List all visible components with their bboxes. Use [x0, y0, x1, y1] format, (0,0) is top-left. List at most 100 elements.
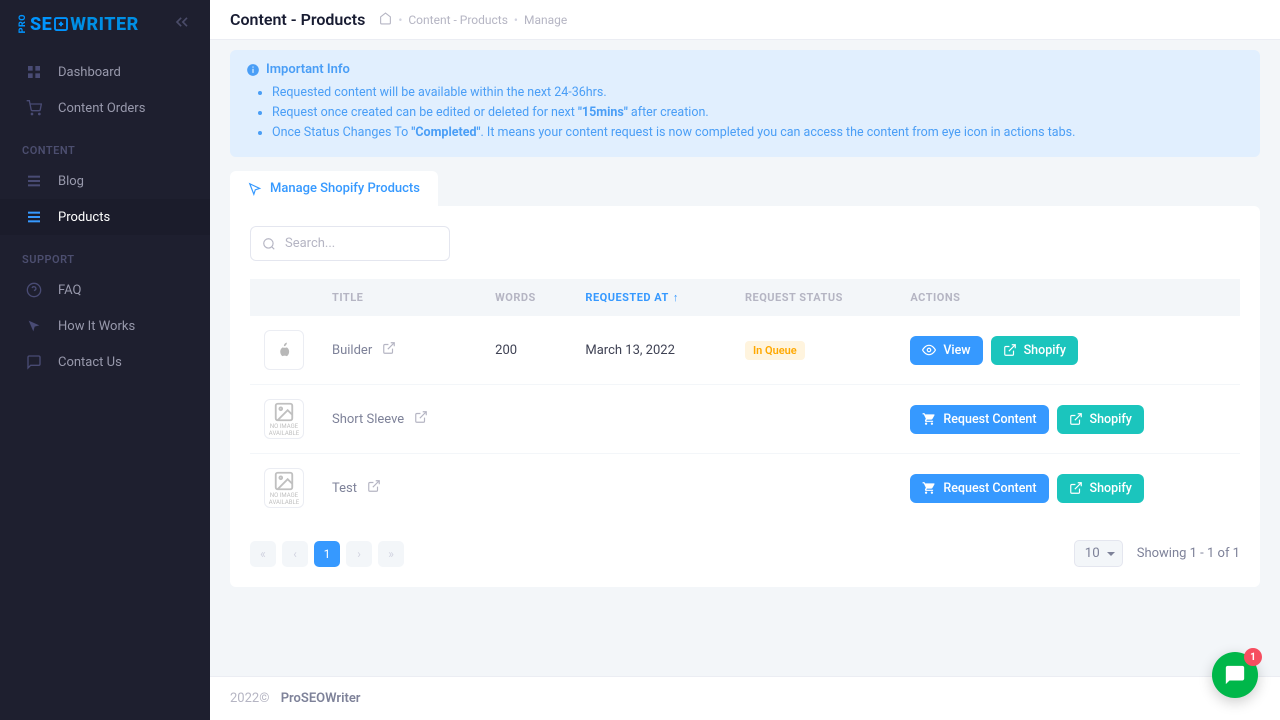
sidebar-collapse-icon[interactable] [172, 12, 192, 36]
product-words [481, 454, 571, 523]
cart-icon [22, 100, 46, 116]
sidebar-item-content-orders[interactable]: Content Orders [0, 90, 210, 126]
product-requested: March 13, 2022 [571, 316, 731, 385]
status-badge: In Queue [745, 341, 805, 360]
sidebar-item-faq[interactable]: FAQ [0, 272, 210, 308]
product-requested [571, 385, 731, 454]
request-content-button[interactable]: Request Content [910, 405, 1048, 434]
table-footer: « ‹ 1 › » 10 Showing 1 - 1 of 1 [250, 540, 1240, 567]
chat-bubble-icon [1224, 664, 1246, 686]
main: Content - Products • Content - Products … [210, 0, 1280, 720]
alert-item: Request once created can be edited or de… [272, 103, 1244, 123]
alert-item: Requested content will be available with… [272, 83, 1244, 103]
sidebar-item-blog[interactable]: Blog [0, 163, 210, 199]
product-title: Test [332, 481, 357, 496]
page-prev-button[interactable]: ‹ [282, 541, 308, 567]
alert-item: Once Status Changes To "Completed". It m… [272, 123, 1244, 143]
request-content-button[interactable]: Request Content [910, 474, 1048, 503]
view-button[interactable]: View [910, 336, 982, 365]
footer-brand: ProSEOWriter [281, 691, 361, 706]
sidebar-item-products[interactable]: Products [0, 199, 210, 235]
external-link-icon [1003, 343, 1017, 357]
external-link-icon[interactable] [382, 341, 396, 359]
product-title: Short Sleeve [332, 412, 404, 427]
content-area: Important Info Requested content will be… [210, 40, 1280, 676]
sidebar-menu: Dashboard Content Orders CONTENT Blog Pr… [0, 48, 210, 380]
external-link-icon[interactable] [367, 479, 381, 497]
list-icon [22, 173, 46, 189]
sort-asc-icon: ↑ [673, 291, 679, 304]
page-last-button[interactable]: » [378, 541, 404, 567]
col-requested-at[interactable]: REQUESTED AT↑ [571, 279, 731, 316]
col-status[interactable]: REQUEST STATUS [731, 279, 896, 316]
shopify-button[interactable]: Shopify [1057, 474, 1144, 503]
sidebar-section-support: SUPPORT [0, 235, 210, 272]
cart-icon [922, 412, 936, 426]
sidebar-item-how-it-works[interactable]: How It Works [0, 308, 210, 344]
products-table: TITLE WORDS REQUESTED AT↑ REQUEST STATUS… [250, 279, 1240, 522]
sidebar-item-label: FAQ [58, 283, 81, 298]
product-requested [571, 454, 731, 523]
external-link-icon [1069, 481, 1083, 495]
product-title: Builder [332, 343, 372, 358]
pagination: « ‹ 1 › » [250, 541, 404, 567]
topbar: Content - Products • Content - Products … [210, 0, 1280, 40]
page-next-button[interactable]: › [346, 541, 372, 567]
list-icon [22, 209, 46, 225]
brand-seo: SE [30, 14, 52, 35]
alert-title-text: Important Info [266, 62, 350, 77]
breadcrumb-sep: • [398, 13, 402, 27]
sidebar-item-label: Blog [58, 174, 84, 189]
page-title: Content - Products [230, 10, 365, 29]
breadcrumb-sep: • [514, 13, 518, 27]
home-icon[interactable] [379, 12, 392, 28]
col-words[interactable]: WORDS [481, 279, 571, 316]
sidebar-item-label: Products [58, 210, 110, 225]
cursor-icon [248, 182, 262, 196]
info-icon [246, 63, 260, 77]
sidebar-section-content: CONTENT [0, 126, 210, 163]
showing-wrap: 10 Showing 1 - 1 of 1 [1074, 540, 1240, 567]
sidebar-item-dashboard[interactable]: Dashboard [0, 54, 210, 90]
sidebar-item-contact-us[interactable]: Contact Us [0, 344, 210, 380]
tab-manage-shopify[interactable]: Manage Shopify Products [230, 171, 438, 206]
breadcrumb-item[interactable]: Content - Products [408, 13, 508, 27]
alert-list: Requested content will be available with… [246, 83, 1244, 143]
product-words: 200 [481, 316, 571, 385]
footer: 2022© ProSEOWriter [210, 676, 1280, 720]
col-actions: ACTIONS [896, 279, 1240, 316]
search-input[interactable] [250, 226, 450, 261]
chat-fab[interactable]: 1 [1212, 652, 1258, 698]
external-link-icon[interactable] [414, 410, 428, 428]
info-alert: Important Info Requested content will be… [230, 50, 1260, 157]
showing-text: Showing 1 - 1 of 1 [1137, 546, 1240, 561]
page-number-button[interactable]: 1 [314, 541, 340, 567]
brand-logo[interactable]: PRO SE WRITER [18, 14, 139, 35]
page-size-select[interactable]: 10 [1074, 540, 1123, 567]
grid-icon [22, 64, 46, 80]
sidebar-item-label: How It Works [58, 319, 135, 334]
product-thumb: NO IMAGE AVAILABLE [264, 468, 304, 508]
tab-label: Manage Shopify Products [270, 181, 420, 196]
product-words [481, 385, 571, 454]
brand-writer: WRITER [70, 14, 138, 35]
sidebar-item-label: Dashboard [58, 65, 121, 80]
products-card: TITLE WORDS REQUESTED AT↑ REQUEST STATUS… [230, 206, 1260, 587]
footer-year: 2022© [230, 691, 269, 706]
breadcrumb-item: Manage [524, 13, 567, 27]
page-first-button[interactable]: « [250, 541, 276, 567]
product-thumb: NO IMAGE AVAILABLE [264, 399, 304, 439]
shopify-button[interactable]: Shopify [1057, 405, 1144, 434]
sidebar-item-label: Contact Us [58, 355, 122, 370]
brand-bar: PRO SE WRITER [0, 0, 210, 48]
pointer-icon [22, 318, 46, 334]
brand-icon [52, 15, 70, 33]
col-thumb [250, 279, 318, 316]
shopify-button[interactable]: Shopify [991, 336, 1078, 365]
col-title[interactable]: TITLE [318, 279, 481, 316]
sidebar: PRO SE WRITER Dashboard Content Orders C… [0, 0, 210, 720]
alert-title: Important Info [246, 62, 1244, 77]
tabs: Manage Shopify Products [230, 171, 1260, 206]
search-icon [262, 237, 276, 251]
question-icon [22, 282, 46, 298]
